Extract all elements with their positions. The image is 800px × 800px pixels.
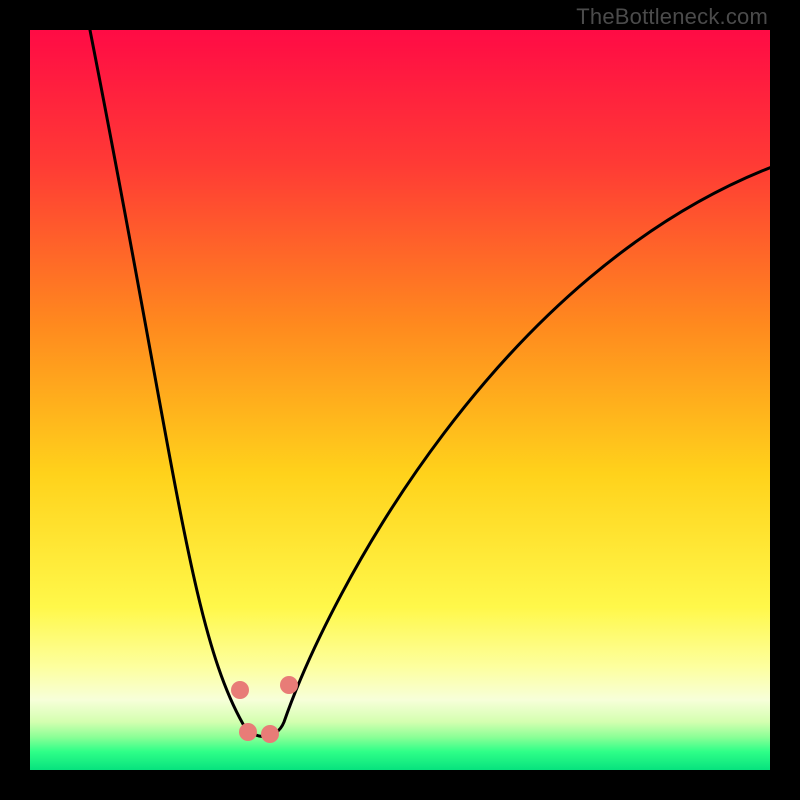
curve-marker <box>261 725 279 743</box>
curve-markers <box>30 30 770 770</box>
curve-marker <box>231 681 249 699</box>
watermark-text: TheBottleneck.com <box>576 4 768 30</box>
curve-marker <box>280 676 298 694</box>
chart-frame <box>30 30 770 770</box>
curve-marker <box>239 723 257 741</box>
